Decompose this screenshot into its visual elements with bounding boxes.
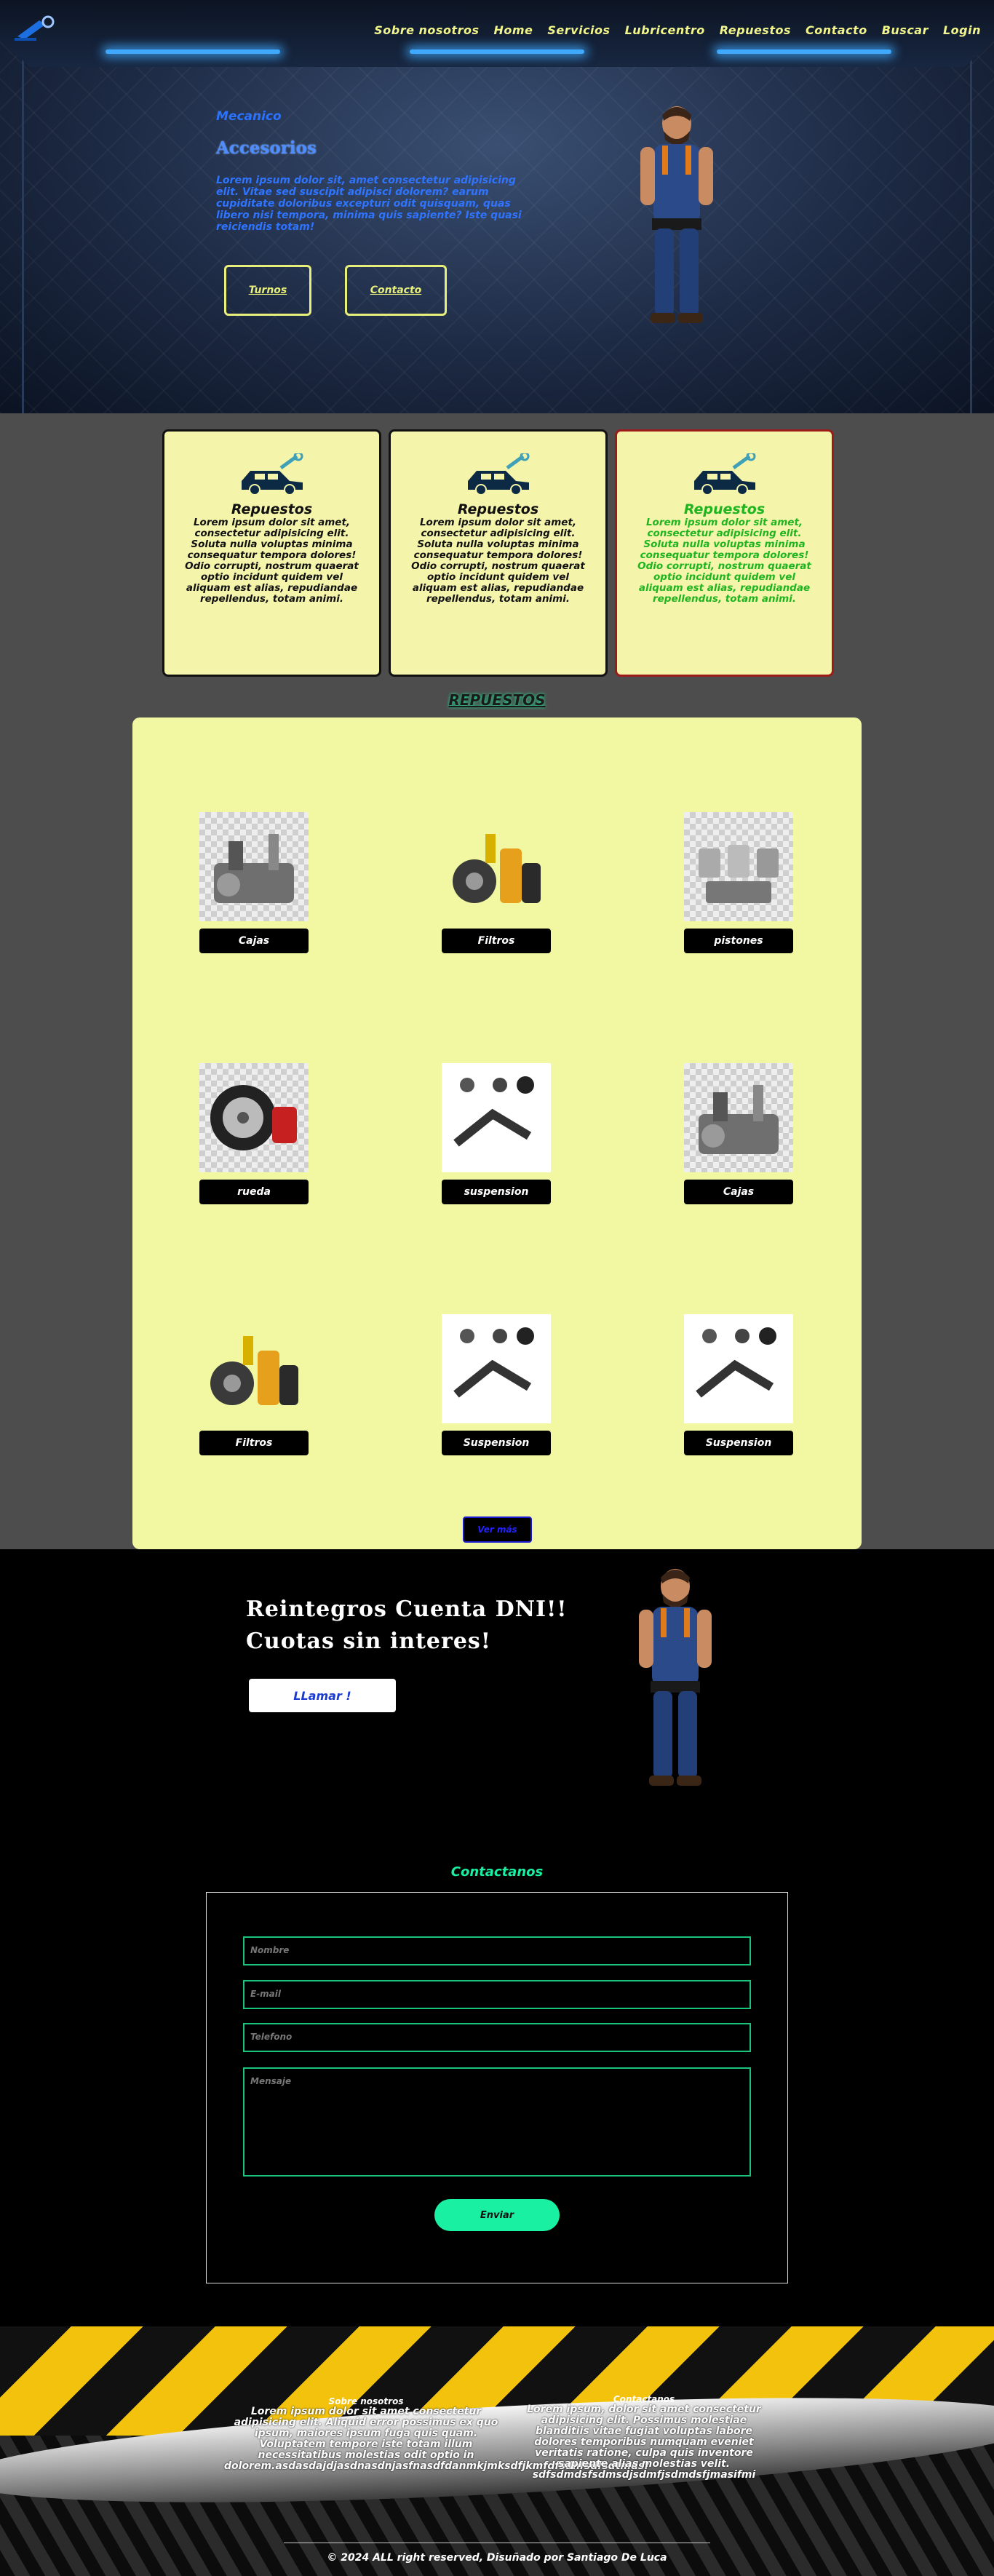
contacto-button[interactable]: Contacto (345, 265, 447, 316)
feature-card[interactable]: Repuestos Lorem ipsum dolor sit amet, co… (162, 429, 381, 677)
part-label[interactable]: Suspension (442, 1431, 551, 1455)
part-item[interactable]: Filtros (199, 1314, 309, 1455)
part-item[interactable]: Cajas (199, 812, 309, 953)
nav-sobre-nosotros[interactable]: Sobre nosotros (374, 23, 479, 37)
contact-title: Contactanos (450, 1864, 544, 1880)
pistons-image (684, 812, 793, 921)
part-item[interactable]: suspension (442, 1063, 551, 1204)
repuestos-title: REPUESTOS (448, 691, 546, 709)
feature-card-active[interactable]: Repuestos Lorem ipsum dolor sit amet, co… (615, 429, 834, 677)
mechanic-illustration (640, 106, 713, 323)
suspension-image (442, 1063, 551, 1172)
nav-home[interactable]: Home (493, 23, 533, 37)
part-label[interactable]: Cajas (199, 929, 309, 953)
part-item[interactable]: pistones (684, 812, 793, 953)
part-item[interactable]: Filtros (442, 812, 551, 953)
promo-line-1: Reintegros Cuenta DNI!! (246, 1597, 568, 1622)
card-title: Repuestos (457, 501, 539, 517)
filter-image (453, 834, 541, 903)
nav-repuestos[interactable]: Repuestos (720, 23, 791, 37)
contact-form: Nombre E-mail Telefono Mensaje Enviar (206, 1892, 788, 2283)
feature-card[interactable]: Repuestos Lorem ipsum dolor sit amet, co… (389, 429, 608, 677)
feature-cards: Repuestos Lorem ipsum dolor sit amet, co… (162, 429, 834, 677)
logo-icon[interactable] (10, 15, 61, 44)
send-button[interactable]: Enviar (434, 2199, 560, 2231)
car-wrench-icon (693, 451, 755, 496)
car-wrench-icon (241, 451, 303, 496)
card-title: Repuestos (683, 501, 766, 517)
card-text: Lorem ipsum dolor sit amet, consectetur … (411, 517, 585, 605)
name-field[interactable]: Nombre (243, 1936, 751, 1965)
glow-light (717, 49, 891, 54)
hero-title: Accesorios (216, 138, 317, 158)
hero-kicker: Mecanico (216, 109, 282, 124)
mechanic-illustration (639, 1569, 712, 1786)
footer-contact-text: Lorem ipsum, dolor sit amet consectetur … (527, 2404, 761, 2481)
footer-contact: Contactanos Lorem ipsum, dolor sit amet … (524, 2394, 764, 2481)
hero-text: Lorem ipsum dolor sit, amet consectetur … (216, 175, 522, 233)
part-item[interactable]: rueda (199, 1063, 309, 1204)
part-item[interactable]: Suspension (684, 1314, 793, 1455)
card-title: Repuestos (231, 501, 313, 517)
car-wrench-icon (467, 451, 529, 496)
call-button[interactable]: LLamar ! (249, 1679, 396, 1712)
nav-login[interactable]: Login (943, 23, 981, 37)
part-item[interactable]: Cajas (684, 1063, 793, 1204)
card-text: Lorem ipsum dolor sit amet, consectetur … (185, 517, 359, 605)
gearbox-image (684, 1063, 793, 1172)
part-label[interactable]: suspension (442, 1180, 551, 1204)
wheel-image (199, 1063, 309, 1172)
promo-title: Reintegros Cuenta DNI!! Cuotas sin inter… (246, 1594, 567, 1658)
part-label[interactable]: Cajas (684, 1180, 793, 1204)
parts-panel: Cajas Filtros pistones rueda suspension (132, 717, 862, 1549)
footer-about: Sobre nosotros Lorem ipsum dolor sit ame… (224, 2396, 649, 2472)
part-label[interactable]: rueda (199, 1180, 309, 1204)
nav-lubricentro[interactable]: Lubricentro (625, 23, 705, 37)
footer-contact-title: Contactanos (613, 2394, 675, 2404)
part-item[interactable]: Suspension (442, 1314, 551, 1455)
part-label[interactable]: Filtros (199, 1431, 309, 1455)
hero-section: Sobre nosotros Home Servicios Lubricentr… (0, 0, 994, 413)
nav-buscar[interactable]: Buscar (882, 23, 929, 37)
part-label[interactable]: Filtros (442, 929, 551, 953)
suspension-image (442, 1314, 551, 1423)
part-label[interactable]: Suspension (684, 1431, 793, 1455)
footer-about-title: Sobre nosotros (328, 2396, 404, 2406)
gearbox-image (199, 812, 309, 921)
glow-light (106, 49, 280, 54)
promo-line-2: Cuotas sin interes! (246, 1629, 491, 1654)
card-text: Lorem ipsum dolor sit amet, consectetur … (637, 517, 811, 605)
message-field[interactable]: Mensaje (243, 2067, 751, 2177)
filter-image (210, 1336, 298, 1405)
main-nav: Sobre nosotros Home Servicios Lubricentr… (374, 23, 981, 37)
nav-contacto[interactable]: Contacto (806, 23, 867, 37)
footer-about-text: Lorem ipsum dolor sit amet consectetur a… (224, 2406, 649, 2472)
nav-servicios[interactable]: Servicios (547, 23, 610, 37)
email-field[interactable]: E-mail (243, 1980, 751, 2009)
ver-mas-button[interactable]: Ver más (463, 1516, 532, 1543)
copyright: © 2024 ALL right reserved, Disuñado por … (327, 2552, 667, 2564)
part-label[interactable]: pistones (684, 929, 793, 953)
suspension-image (684, 1314, 793, 1423)
turnos-button[interactable]: Turnos (224, 265, 311, 316)
glow-light (410, 49, 584, 54)
phone-field[interactable]: Telefono (243, 2023, 751, 2052)
